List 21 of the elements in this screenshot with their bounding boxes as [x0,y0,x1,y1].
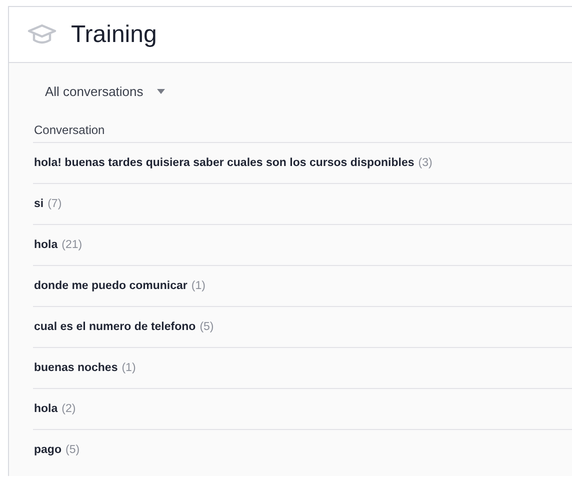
conversation-text[interactable]: cual es el numero de telefono [34,321,196,333]
conversation-text[interactable]: buenas noches [34,362,118,374]
conversation-text[interactable]: hola [34,403,58,415]
page-title: Training [71,20,157,48]
conversation-text[interactable]: donde me puedo comunicar [34,280,188,292]
caret-icon [157,89,166,94]
message-count: (2) [62,403,76,415]
message-count: (7) [48,198,62,210]
message-count: (5) [200,321,214,333]
column-header: Conversation [34,123,106,139]
graduation-cap-icon [27,24,57,46]
conversation-text[interactable]: pago [34,444,62,456]
message-count: (3) [418,157,432,169]
conversation-filter-dropdown[interactable]: All conversations [45,84,166,99]
message-count: (1) [191,280,206,292]
message-count: (5) [65,444,80,456]
conversation-text[interactable]: hola! buenas tardes quisiera saber cuales son los cursos disponibles [34,157,414,169]
message-count: (1) [122,362,136,374]
conversation-text[interactable]: hola [34,239,58,251]
message-count: (21) [62,239,82,251]
conversation-text[interactable]: si [34,198,44,210]
